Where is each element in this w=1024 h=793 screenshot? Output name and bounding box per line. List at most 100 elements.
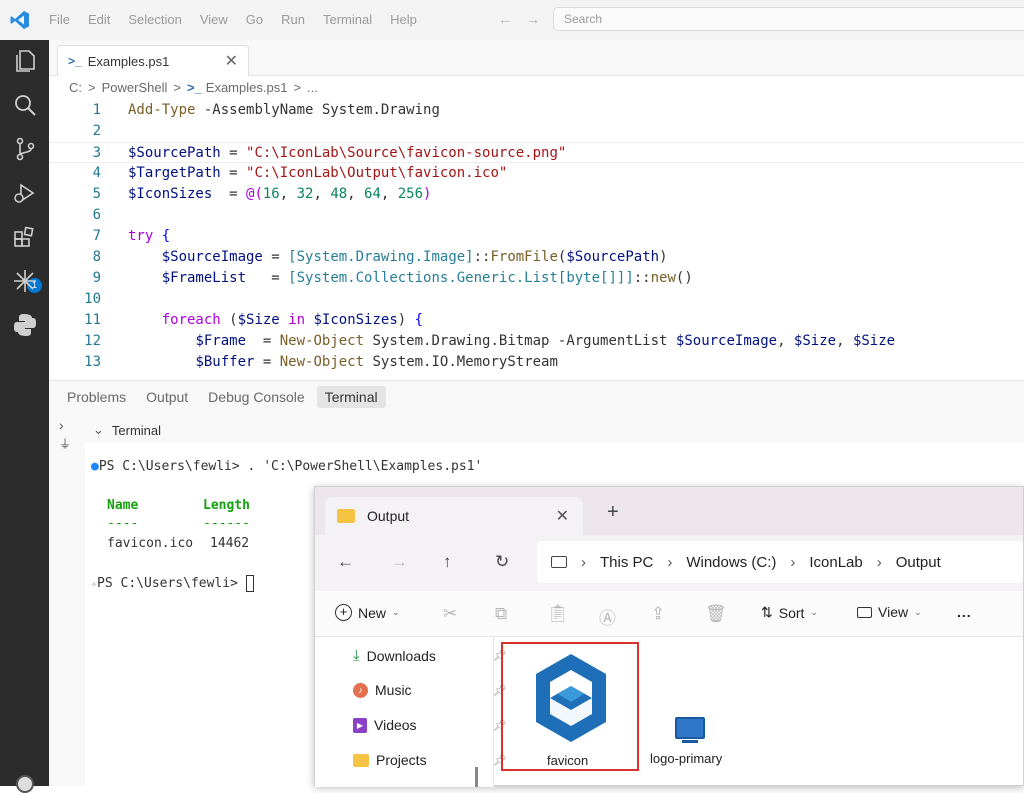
terminal-command-line: ●PS C:\Users\fewli> . 'C:\PowerShell\Exa… (91, 459, 483, 474)
file-name-logo-primary: logo-primary (650, 751, 723, 766)
vscode-logo-icon (0, 0, 40, 40)
tab-examples-ps1[interactable]: >_ Examples.ps1 ✕ (57, 45, 249, 76)
tab-output[interactable]: Output (138, 386, 196, 408)
powershell-file-icon: >_ (68, 54, 82, 68)
tab-terminal[interactable]: Terminal (316, 386, 386, 408)
chevron-down-icon: ⌄ (93, 422, 104, 437)
activity-bar: 1 (0, 40, 49, 793)
explorer-tab-output[interactable]: Output ✕ (325, 497, 583, 535)
chevron-right-icon[interactable]: › (59, 417, 71, 433)
file-list: favicon logo-primary (493, 637, 1023, 787)
explorer-tab-label: Output (367, 508, 410, 524)
cut-icon[interactable]: ✂ (443, 604, 457, 624)
code-line-current: 3 $SourcePath = "C:\IconLab\Source\favico… (49, 142, 1024, 163)
back-arrow-icon[interactable]: ← (498, 11, 512, 27)
more-options-icon[interactable]: ... (957, 604, 972, 620)
close-icon[interactable]: ✕ (556, 506, 569, 526)
menu-view[interactable]: View (191, 0, 237, 40)
paste-icon[interactable]: 📋︎ (547, 604, 569, 624)
tab-label: Examples.ps1 (87, 53, 170, 69)
back-arrow-icon[interactable]: ← (337, 552, 354, 572)
address-segment[interactable]: IconLab (809, 554, 862, 571)
menu-terminal[interactable]: Terminal (314, 0, 381, 40)
breadcrumb-folder[interactable]: PowerShell (102, 80, 168, 95)
copilot-icon[interactable] (12, 268, 38, 294)
chevron-right-icon: › (581, 553, 586, 571)
search-icon[interactable] (12, 92, 38, 118)
code-line: 11 foreach ($Size in $IconSizes) { (84, 312, 424, 328)
breadcrumb-symbols[interactable]: ... (307, 80, 318, 95)
view-icon (857, 606, 872, 618)
source-control-icon[interactable] (12, 136, 38, 162)
nav-item-music[interactable]: ♪ Music 📌︎ (353, 682, 507, 698)
folder-icon (337, 509, 355, 523)
new-button[interactable]: + New ⌄ (335, 604, 400, 621)
run-debug-icon[interactable] (12, 180, 38, 206)
nav-item-projects[interactable]: Projects 📌︎ (353, 752, 507, 768)
address-segment[interactable]: Windows (C:) (686, 554, 776, 571)
forward-arrow-icon[interactable]: → (526, 11, 540, 27)
view-button[interactable]: View ⌄ (857, 604, 922, 620)
favicon-thumbnail-icon (516, 648, 626, 748)
explorer-icon[interactable] (12, 48, 38, 74)
menu-selection[interactable]: Selection (119, 0, 190, 40)
address-segment[interactable]: Output (896, 554, 941, 571)
breadcrumb-file[interactable]: >_ Examples.ps1 (187, 80, 287, 95)
chevron-right-icon: > (88, 80, 96, 95)
delete-icon[interactable]: 🗑︎ (705, 604, 727, 624)
rename-icon[interactable]: Ⓐ (599, 604, 616, 629)
explorer-tab-bar: Output ✕ + (315, 487, 1023, 535)
file-name-favicon: favicon (547, 753, 589, 768)
editor-area: >_ Examples.ps1 ✕ C: > PowerShell > >_ Ex… (49, 40, 1024, 380)
refresh-icon[interactable]: ↻ (495, 552, 509, 572)
share-icon[interactable]: ⇪ (651, 604, 665, 624)
file-logo-primary[interactable]: logo-primary (644, 717, 734, 777)
chevron-right-icon: › (667, 553, 673, 571)
plug-icon[interactable]: ⏚ (59, 435, 71, 452)
menu-go[interactable]: Go (237, 0, 272, 40)
nav-item-downloads[interactable]: ⤓ Downloads 📌︎ (353, 647, 507, 664)
nav-item-videos[interactable]: ▶ Videos 📌︎ (353, 717, 507, 733)
menu-edit[interactable]: Edit (79, 0, 119, 40)
breadcrumb: C: > PowerShell > >_ Examples.ps1 > ... (69, 80, 318, 95)
code-line: 6 (92, 207, 101, 223)
code-line: 5 $IconSizes = @(16, 32, 48, 64, 256) (92, 186, 432, 202)
tab-problems[interactable]: Problems (59, 386, 134, 408)
new-tab-icon[interactable]: + (607, 501, 619, 524)
cursor (245, 575, 254, 592)
account-avatar[interactable] (16, 775, 34, 793)
close-icon[interactable]: ✕ (225, 51, 238, 71)
title-bar: File Edit Selection View Go Run Terminal… (0, 0, 1024, 40)
breadcrumb-drive[interactable]: C: (69, 80, 82, 95)
up-arrow-icon[interactable]: ↑ (443, 552, 452, 572)
scrollbar[interactable] (475, 767, 478, 787)
address-bar[interactable]: › This PC › Windows (C:) › IconLab › Out… (537, 541, 1023, 583)
code-line: 10 (84, 291, 101, 307)
monitor-icon (551, 556, 567, 568)
address-segment[interactable]: This PC (600, 554, 653, 571)
video-icon: ▶ (353, 717, 367, 733)
menu-help[interactable]: Help (381, 0, 426, 40)
terminal-header[interactable]: ⌄ Terminal (93, 422, 161, 438)
forward-arrow-icon[interactable]: → (391, 552, 408, 572)
python-icon[interactable] (12, 312, 38, 338)
menu-run[interactable]: Run (272, 0, 314, 40)
chevron-down-icon: ⌄ (914, 606, 922, 617)
extensions-icon[interactable] (12, 224, 38, 250)
tab-debug-console[interactable]: Debug Console (200, 386, 313, 408)
chevron-right-icon: > (173, 80, 181, 95)
menu-file[interactable]: File (40, 0, 79, 40)
column-header-name: Name (107, 498, 139, 513)
code-line: 7 try { (92, 228, 171, 244)
column-rule-length: ------ (203, 516, 250, 531)
chevron-down-icon: ⌄ (392, 607, 400, 617)
code-line: 9 $FrameList = [System.Collections.Gener… (92, 270, 693, 286)
code-line: 2 (92, 123, 101, 139)
selected-file-favicon[interactable]: favicon (501, 642, 639, 771)
column-rule-name: ---- (107, 516, 139, 531)
powershell-file-icon: >_ (186, 80, 202, 95)
copy-icon[interactable]: ⧉ (495, 604, 507, 624)
sort-button[interactable]: ⇅ Sort ⌄ (761, 604, 818, 621)
navigation-pane: ⤓ Downloads 📌︎ ♪ Music 📌︎ ▶ Videos 📌︎ Projects… (315, 637, 507, 787)
command-search-input[interactable]: Search (553, 7, 1024, 31)
